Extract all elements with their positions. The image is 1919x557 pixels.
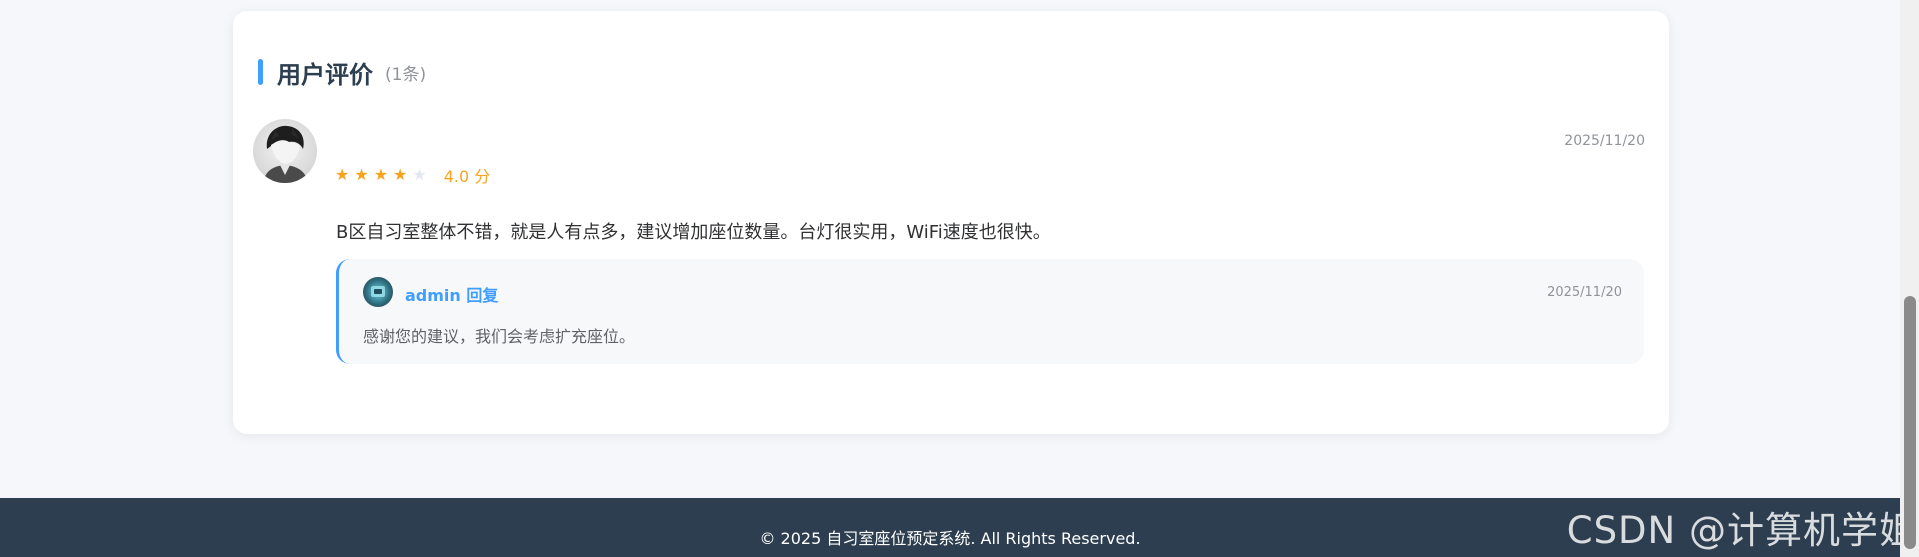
reviews-title: 用户评价 bbox=[277, 60, 373, 89]
star-icon: ★ bbox=[412, 165, 427, 184]
reply-date: 2025/11/20 bbox=[1547, 285, 1622, 300]
admin-avatar bbox=[363, 277, 393, 307]
watermark: CSDN @计算机学姐 bbox=[1566, 509, 1917, 552]
user-avatar[interactable] bbox=[253, 119, 317, 183]
star-icon: ★ bbox=[335, 165, 350, 184]
reply-content: 感谢您的建议，我们会考虑扩充座位。 bbox=[363, 327, 636, 346]
reply-author: admin 回复 bbox=[405, 286, 499, 305]
star-icon: ★ bbox=[393, 165, 408, 184]
rating-score: 4.0 分 bbox=[443, 167, 491, 186]
star-icon: ★ bbox=[373, 165, 389, 184]
reviews-count: (1条) bbox=[385, 64, 427, 85]
rating-row: ★ ★ ★ ★ ★ 4.0 分 bbox=[335, 163, 490, 187]
accent-bar bbox=[258, 59, 263, 85]
user-avatar-icon bbox=[263, 125, 308, 183]
star-icon: ★ bbox=[354, 165, 369, 184]
review-date: 2025/11/20 bbox=[1564, 133, 1645, 149]
scrollbar[interactable] bbox=[1900, 0, 1919, 557]
scrollbar-thumb[interactable] bbox=[1904, 296, 1916, 549]
review-content: B区自习室整体不错，就是人有点多，建议增加座位数量。台灯很实用，WiFi速度也很… bbox=[336, 222, 1051, 243]
reviews-section-header: 用户评价 (1条) bbox=[258, 54, 426, 90]
admin-reply: admin 回复 2025/11/20 感谢您的建议，我们会考虑扩充座位。 bbox=[336, 259, 1644, 364]
admin-avatar-icon bbox=[371, 286, 385, 297]
reviews-card: 用户评价 (1条) ★ ★ ★ ★ ★ 4.0 分 2025/11/20 B区自… bbox=[233, 11, 1669, 434]
